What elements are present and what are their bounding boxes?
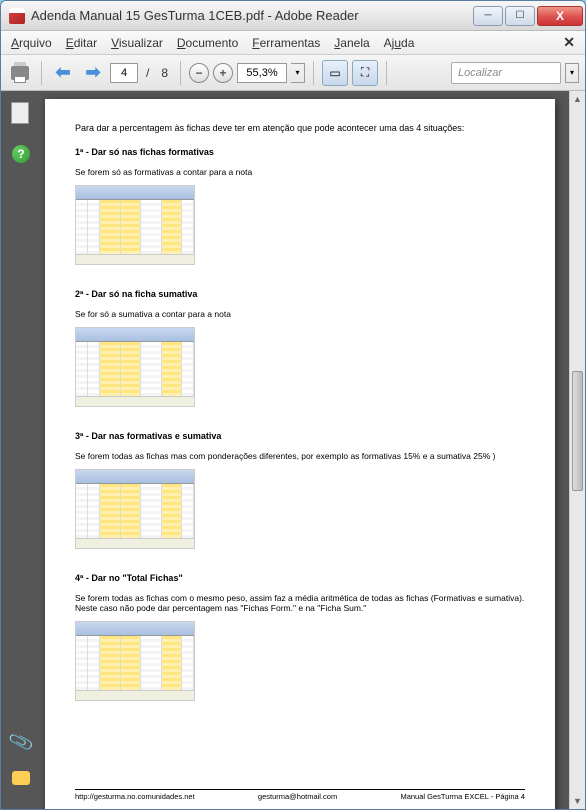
comment-icon bbox=[12, 771, 30, 785]
minimize-button[interactable]: ─ bbox=[473, 6, 503, 26]
fit-width-button[interactable]: ⛶ bbox=[352, 60, 378, 86]
footer-right: Manual GesTurma EXCEL - Página 4 bbox=[400, 792, 525, 801]
section3-desc: Se forem todas as fichas mas com pondera… bbox=[75, 451, 525, 461]
page-total: 8 bbox=[161, 66, 168, 80]
footer-left: http://gesturma.no.comunidades.net bbox=[75, 792, 195, 801]
paperclip-icon: 📎 bbox=[7, 728, 35, 755]
scroll-thumb[interactable] bbox=[572, 371, 583, 491]
search-dropdown[interactable]: ▾ bbox=[565, 63, 579, 83]
attachments-button[interactable]: 📎 bbox=[10, 731, 32, 753]
section2-thumbnail bbox=[75, 327, 195, 407]
sidebar: ? 📎 bbox=[1, 91, 41, 809]
page-footer: http://gesturma.no.comunidades.net gestu… bbox=[75, 789, 525, 801]
zoom-level-input[interactable] bbox=[237, 63, 287, 83]
zoom-in-button[interactable]: + bbox=[213, 63, 233, 83]
titlebar: Adenda Manual 15 GesTurma 1CEB.pdf - Ado… bbox=[1, 1, 585, 31]
print-icon bbox=[11, 66, 29, 80]
zoom-dropdown[interactable]: ▾ bbox=[291, 63, 305, 83]
page-content: Para dar a percentagem às fichas deve te… bbox=[75, 123, 525, 701]
menu-ferramentas[interactable]: Ferramentas bbox=[252, 36, 320, 50]
section3-thumbnail bbox=[75, 469, 195, 549]
search-input[interactable]: Localizar bbox=[451, 62, 561, 84]
section4-desc: Se forem todas as fichas com o mesmo pes… bbox=[75, 593, 525, 613]
section1-title: 1ª - Dar só nas fichas formativas bbox=[75, 147, 525, 157]
toolbar: ⬅ ➡ / 8 − + ▾ ▭ ⛶ Localizar ▾ bbox=[1, 55, 585, 91]
fit-page-button[interactable]: ▭ bbox=[322, 60, 348, 86]
section1-thumbnail bbox=[75, 185, 195, 265]
menu-editar[interactable]: Editar bbox=[66, 36, 97, 50]
section4-thumbnail bbox=[75, 621, 195, 701]
pages-icon bbox=[13, 104, 29, 124]
section2-title: 2ª - Dar só na ficha sumativa bbox=[75, 289, 525, 299]
page-separator: / bbox=[146, 66, 149, 80]
separator bbox=[386, 61, 387, 85]
menu-arquivo[interactable]: Arquivo bbox=[11, 36, 52, 50]
separator bbox=[180, 61, 181, 85]
menubar: Arquivo Editar Visualizar Documento Ferr… bbox=[1, 31, 585, 55]
close-button[interactable]: X bbox=[537, 6, 583, 26]
print-button[interactable] bbox=[7, 60, 33, 86]
zoom-out-button[interactable]: − bbox=[189, 63, 209, 83]
separator bbox=[41, 61, 42, 85]
menu-ajuda[interactable]: Ajuda bbox=[384, 36, 415, 50]
separator bbox=[313, 61, 314, 85]
pages-panel-button[interactable] bbox=[10, 103, 32, 125]
menu-visualizar[interactable]: Visualizar bbox=[111, 36, 163, 50]
intro-text: Para dar a percentagem às fichas deve te… bbox=[75, 123, 525, 133]
vertical-scrollbar[interactable]: ▲ ▼ bbox=[569, 91, 585, 809]
window-title: Adenda Manual 15 GesTurma 1CEB.pdf - Ado… bbox=[31, 8, 473, 23]
sidebar-bottom: 📎 bbox=[10, 731, 32, 789]
pdf-page: Para dar a percentagem às fichas deve te… bbox=[45, 99, 555, 809]
help-icon: ? bbox=[12, 145, 30, 163]
next-page-button[interactable]: ➡ bbox=[80, 60, 106, 86]
scroll-down-button[interactable]: ▼ bbox=[570, 793, 585, 809]
menu-documento[interactable]: Documento bbox=[177, 36, 238, 50]
prev-page-button[interactable]: ⬅ bbox=[50, 60, 76, 86]
comments-button[interactable] bbox=[10, 767, 32, 789]
section1-desc: Se forem só as formativas a contar para … bbox=[75, 167, 525, 177]
window-buttons: ─ ☐ X bbox=[473, 6, 583, 26]
maximize-button[interactable]: ☐ bbox=[505, 6, 535, 26]
app-icon bbox=[9, 8, 25, 24]
app-window: Adenda Manual 15 GesTurma 1CEB.pdf - Ado… bbox=[0, 0, 586, 810]
document-viewport[interactable]: Para dar a percentagem às fichas deve te… bbox=[41, 91, 585, 809]
menubar-close-icon[interactable]: ✕ bbox=[563, 34, 575, 51]
menu-janela[interactable]: Janela bbox=[334, 36, 369, 50]
scroll-up-button[interactable]: ▲ bbox=[570, 91, 585, 107]
footer-center: gesturma@hotmail.com bbox=[258, 792, 337, 801]
section2-desc: Se for só a sumativa a contar para a not… bbox=[75, 309, 525, 319]
search-placeholder: Localizar bbox=[458, 67, 502, 79]
page-number-input[interactable] bbox=[110, 63, 138, 83]
section4-title: 4ª - Dar no "Total Fichas" bbox=[75, 573, 525, 583]
help-button[interactable]: ? bbox=[10, 143, 32, 165]
content-area: ? 📎 Para dar a percentagem às fichas dev… bbox=[1, 91, 585, 809]
section3-title: 3ª - Dar nas formativas e sumativa bbox=[75, 431, 525, 441]
